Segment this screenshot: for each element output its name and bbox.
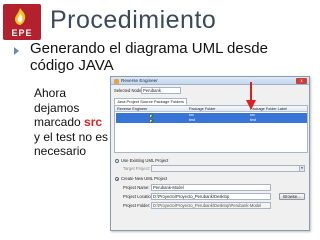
reverse-engineer-dialog: Reverse Engineer x Selected Nodes: Perub…: [110, 76, 310, 231]
close-button[interactable]: x: [296, 78, 307, 84]
column-header-reverse-engineer[interactable]: Reverse Engineer: [117, 107, 147, 111]
use-existing-project-label: Use Existing UML Project: [121, 158, 169, 163]
create-new-project-radio[interactable]: [115, 177, 119, 181]
flame-icon: [15, 8, 26, 25]
slide-title: Procedimiento: [50, 6, 217, 34]
red-arrow-icon: [246, 82, 256, 110]
project-name-label: Project Name:: [123, 185, 150, 190]
target-project-select[interactable]: ▼: [151, 165, 305, 172]
browse-button[interactable]: Browse...: [279, 193, 305, 200]
bullet-arrow-icon: [14, 47, 19, 55]
create-new-project-label: Create New UML Project: [121, 176, 168, 181]
table-header: Reverse Engineer Package Folder Package …: [115, 106, 307, 112]
use-existing-project-radio[interactable]: [115, 159, 119, 163]
column-header-package-folder[interactable]: Package Folder: [189, 107, 216, 111]
tab-source-package-folders[interactable]: Java Project Source Package Folders: [114, 98, 187, 105]
selected-nodes-field[interactable]: Perubank: [141, 87, 181, 94]
project-folder-field[interactable]: D:\Proyecto\Proyecto_Perubank\Desktop\Pe…: [151, 202, 271, 209]
chevron-down-icon: ▼: [299, 166, 304, 171]
package-folder-label-cell: test: [250, 118, 257, 122]
bullet-text: Generando el diagrama UML desde código J…: [30, 40, 268, 74]
epe-logo: EPE: [3, 4, 41, 40]
reverse-engineer-checkbox-unchecked[interactable]: [149, 118, 153, 123]
table-row[interactable]: test test: [116, 118, 307, 123]
project-name-field[interactable]: Perubank-Model: [151, 184, 271, 191]
package-folder-table: Reverse Engineer Package Folder Package …: [114, 105, 308, 153]
project-folder-label: Project Folder:: [123, 203, 151, 208]
note-text-after: y el test no es necesario: [34, 129, 109, 159]
slide: EPE Procedimiento Generando el diagrama …: [0, 0, 320, 240]
reverse-engineer-checkbox[interactable]: [149, 113, 153, 118]
note-text-before: Ahora dejamos marcado: [34, 86, 85, 129]
target-project-label: Target Project:: [123, 166, 150, 171]
project-location-label: Project Location:: [123, 194, 155, 199]
package-folder-cell: test: [189, 118, 196, 122]
app-icon: [114, 78, 119, 84]
dialog-tabs: Java Project Source Package Folders: [114, 98, 308, 105]
logo-text: EPE: [11, 28, 33, 38]
note-highlight-src: src: [84, 115, 103, 129]
project-location-field[interactable]: D:\Proyecto\Proyecto_Perubank\Desktop: [151, 193, 271, 200]
dialog-title: Reverse Engineer: [121, 78, 158, 83]
note-text: Ahora dejamos marcado src y el test no e…: [34, 86, 109, 159]
dialog-titlebar: Reverse Engineer x: [111, 77, 309, 85]
